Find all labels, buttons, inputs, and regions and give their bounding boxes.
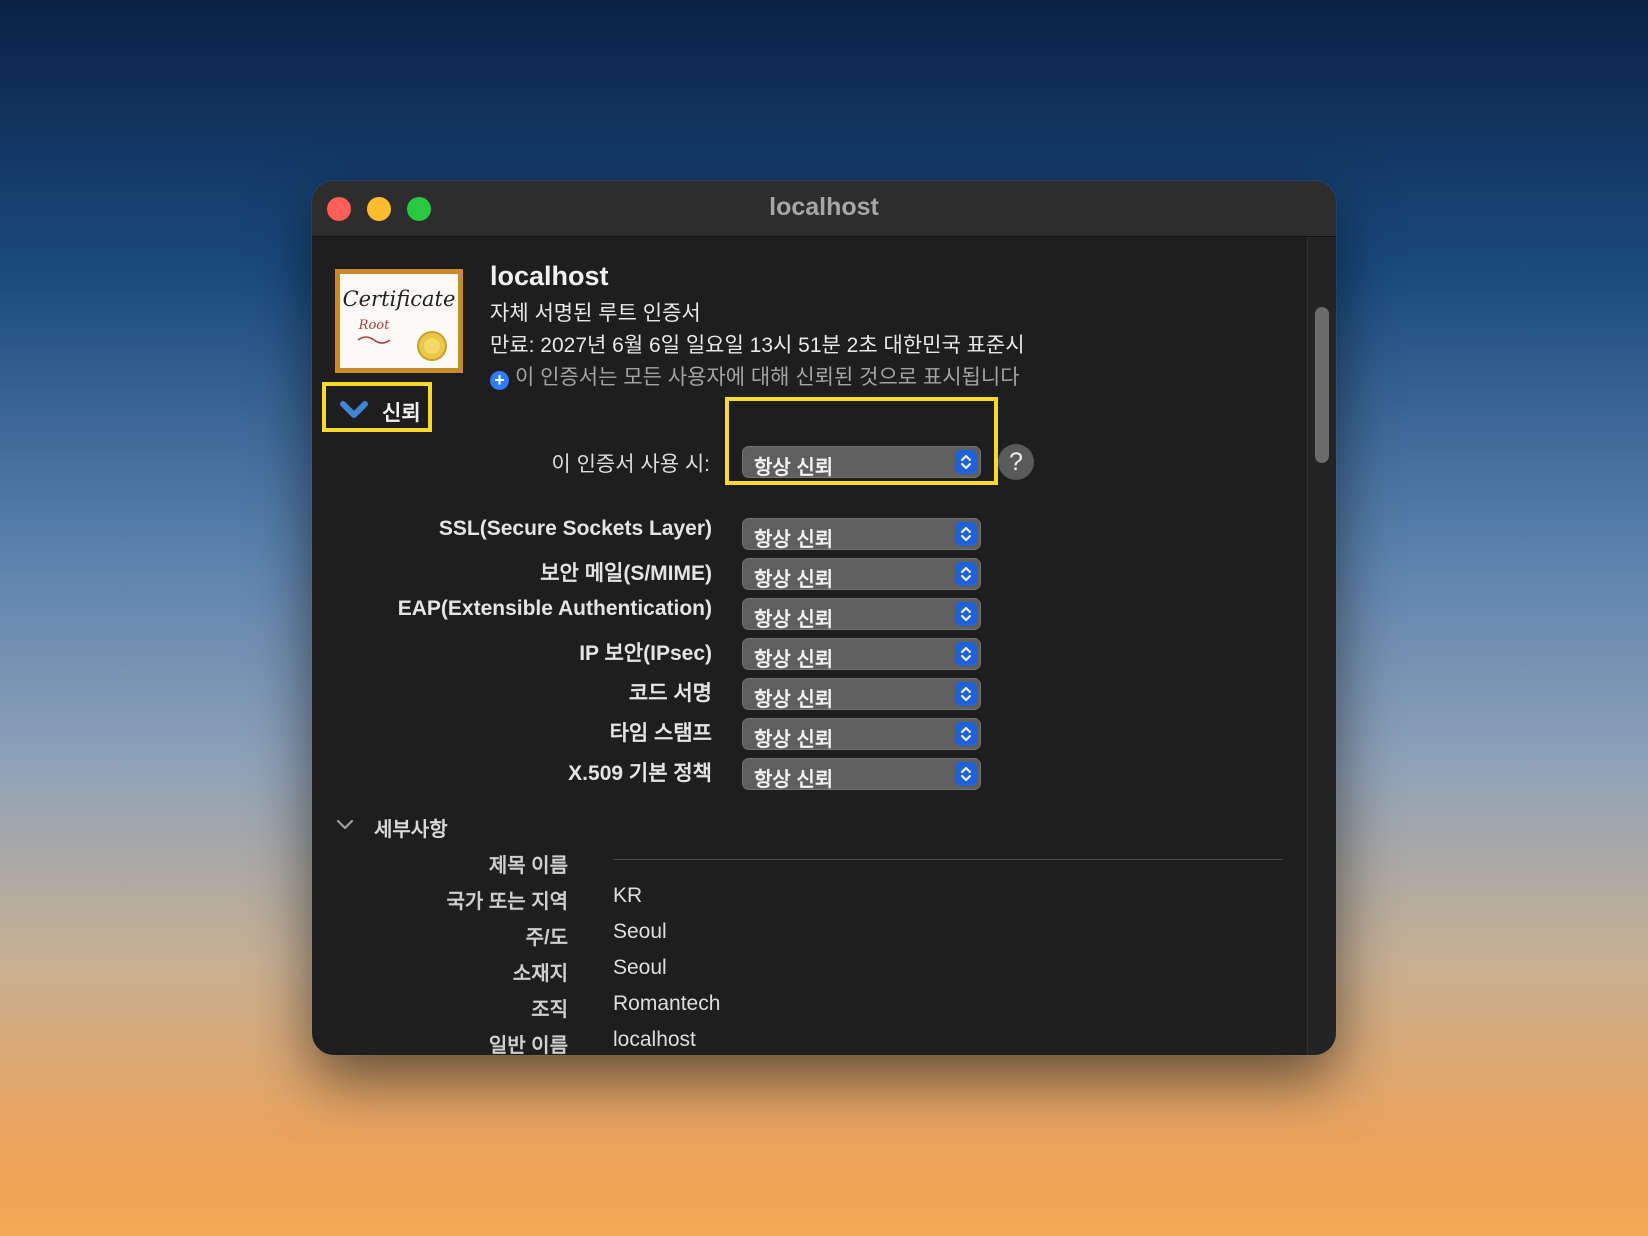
popup-value: 항상 신뢰 [754,457,834,479]
field-label-state: 주/도 [525,927,568,949]
popup-stepper-icon [955,642,977,666]
certificate-content: Certificate Root localhost 자체 서명된 루트 인증서… [312,237,1308,1055]
certificate-icon-subtitle: Root [358,318,390,333]
chevron-down-icon [340,401,368,418]
policy-popup-ssl[interactable]: 항상 신뢰 [742,518,981,551]
plus-circle-icon: + [490,371,509,390]
policy-label-x509: X.509 기본 정책 [568,762,712,785]
field-label-locality: 소재지 [512,963,568,985]
use-certificate-label: 이 인증서 사용 시: [551,453,710,476]
popup-stepper-icon [955,562,977,586]
window-title: localhost [769,193,879,221]
field-value-organization: Romantech [613,992,721,1015]
use-certificate-popup[interactable]: 항상 신뢰 [742,446,981,479]
subject-divider [613,859,1283,860]
field-value-state: Seoul [613,920,667,943]
popup-value: 항상 신뢰 [754,769,834,791]
certificate-status: + 이 인증서는 모든 사용자에 대해 신뢰된 것으로 표시됩니다 [490,361,1020,391]
policy-popup-eap[interactable]: 항상 신뢰 [742,598,981,631]
popup-value: 항상 신뢰 [754,569,834,591]
field-label-country: 국가 또는 지역 [446,891,568,913]
certificate-icon: Certificate Root [335,269,463,373]
chevron-down-icon [336,819,354,830]
policy-popup-smime[interactable]: 항상 신뢰 [742,558,981,591]
popup-stepper-icon [955,602,977,626]
popup-value: 항상 신뢰 [754,729,834,751]
policy-label-timestamp: 타임 스탬프 [609,722,712,745]
popup-stepper-icon [955,522,977,546]
scrollbar-thumb[interactable] [1315,307,1329,463]
policy-label-smime: 보안 메일(S/MIME) [540,562,712,585]
popup-stepper-icon [955,682,977,706]
details-section-label: 세부사항 [374,819,448,841]
subject-name-heading: 제목 이름 [488,855,568,877]
popup-stepper-icon [955,450,977,474]
popup-stepper-icon [955,762,977,786]
policy-popup-code-signing[interactable]: 항상 신뢰 [742,678,981,711]
trust-section-label: 신뢰 [382,402,421,425]
policy-label-code-signing: 코드 서명 [628,682,712,705]
popup-value: 항상 신뢰 [754,689,834,711]
certificate-kind: 자체 서명된 루트 인증서 [490,302,701,325]
policy-popup-x509[interactable]: 항상 신뢰 [742,758,981,791]
field-value-common-name: localhost [613,1028,696,1051]
policy-popup-timestamp[interactable]: 항상 신뢰 [742,718,981,751]
policy-label-ipsec: IP 보안(IPsec) [579,642,712,665]
field-label-common-name: 일반 이름 [488,1035,568,1055]
certificate-status-text: 이 인증서는 모든 사용자에 대해 신뢰된 것으로 표시됩니다 [515,366,1020,389]
title-bar[interactable]: localhost [312,181,1336,237]
field-value-locality: Seoul [613,956,667,979]
popup-value: 항상 신뢰 [754,529,834,551]
certificate-window: localhost Certificate Root localhost 자체 … [312,181,1336,1055]
certificate-icon-title: Certificate [343,287,456,311]
certificate-name: localhost [490,261,609,291]
popup-stepper-icon [955,722,977,746]
popup-value: 항상 신뢰 [754,649,834,671]
popup-value: 항상 신뢰 [754,609,834,631]
field-label-organization: 조직 [531,999,568,1021]
field-value-country: KR [613,884,643,907]
help-button[interactable]: ? [998,444,1034,480]
trust-disclosure-toggle[interactable]: 신뢰 [322,382,432,432]
policy-label-ssl: SSL(Secure Sockets Layer) [438,517,712,540]
policy-popup-ipsec[interactable]: 항상 신뢰 [742,638,981,671]
vertical-scrollbar[interactable] [1307,237,1336,1055]
certificate-expiry: 만료: 2027년 6월 6일 일요일 13시 51분 2초 대한민국 표준시 [490,334,1025,357]
policy-label-eap: EAP(Extensible Authentication) [397,597,712,620]
